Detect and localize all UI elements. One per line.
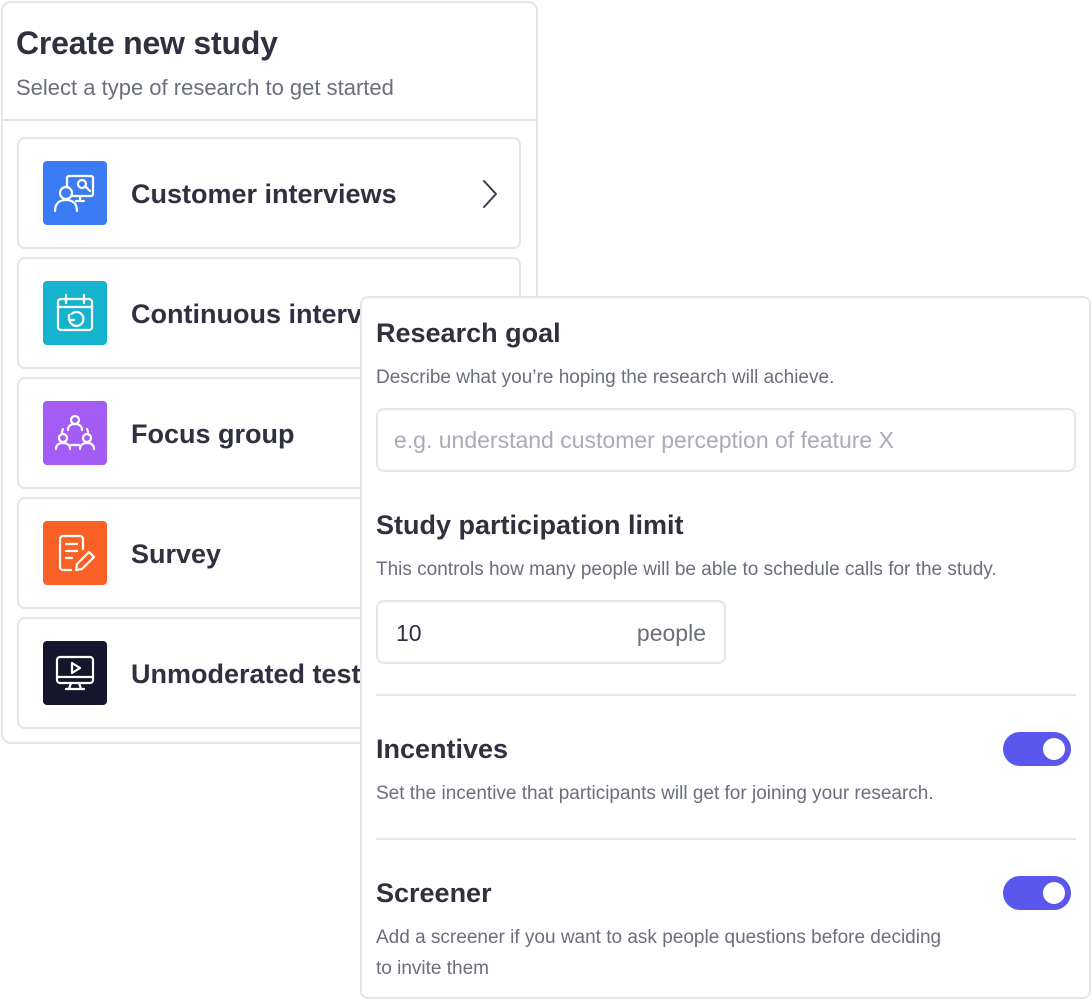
research-goal-title: Research goal bbox=[376, 318, 561, 348]
incentives-toggle[interactable] bbox=[1003, 732, 1071, 766]
research-goal-description: Describe what you’re hoping the research… bbox=[376, 367, 835, 388]
calendar-refresh-icon bbox=[43, 281, 107, 345]
participation-limit-input[interactable]: 10 people bbox=[376, 600, 726, 664]
research-goal-input[interactable] bbox=[376, 408, 1076, 472]
study-type-label: Survey bbox=[131, 539, 222, 569]
incentives-description: Set the incentive that participants will… bbox=[376, 783, 934, 804]
screener-description-line2: to invite them bbox=[376, 958, 489, 979]
study-type-customer-interviews[interactable]: Customer interviews bbox=[17, 137, 521, 249]
section-divider bbox=[376, 838, 1076, 840]
toggle-knob bbox=[1043, 882, 1065, 904]
study-card-header: Create new study Select a type of resear… bbox=[3, 3, 536, 121]
group-users-icon bbox=[43, 401, 107, 465]
page-title: Create new study bbox=[16, 25, 278, 61]
section-divider bbox=[376, 694, 1076, 696]
participation-limit-value[interactable]: 10 bbox=[396, 618, 422, 648]
participation-limit-unit: people bbox=[636, 620, 706, 646]
presentation-user-icon bbox=[43, 161, 107, 225]
toggle-knob bbox=[1043, 738, 1065, 760]
screener-toggle[interactable] bbox=[1003, 876, 1071, 910]
page-subtitle: Select a type of research to get started bbox=[16, 75, 394, 100]
chevron-right-icon bbox=[483, 180, 497, 208]
participation-limit-title: Study participation limit bbox=[376, 510, 684, 540]
screener-description-line1: Add a screener if you want to ask people… bbox=[376, 927, 942, 948]
study-type-label: Customer interviews bbox=[131, 179, 397, 209]
document-edit-icon bbox=[43, 521, 107, 585]
monitor-play-icon bbox=[43, 641, 107, 705]
study-type-label: Focus group bbox=[131, 419, 295, 449]
incentives-title: Incentives bbox=[376, 734, 509, 764]
participation-limit-description: This controls how many people will be ab… bbox=[376, 559, 997, 580]
screener-title: Screener bbox=[376, 878, 492, 908]
study-config-panel: Research goal Describe what you’re hopin… bbox=[360, 296, 1091, 999]
